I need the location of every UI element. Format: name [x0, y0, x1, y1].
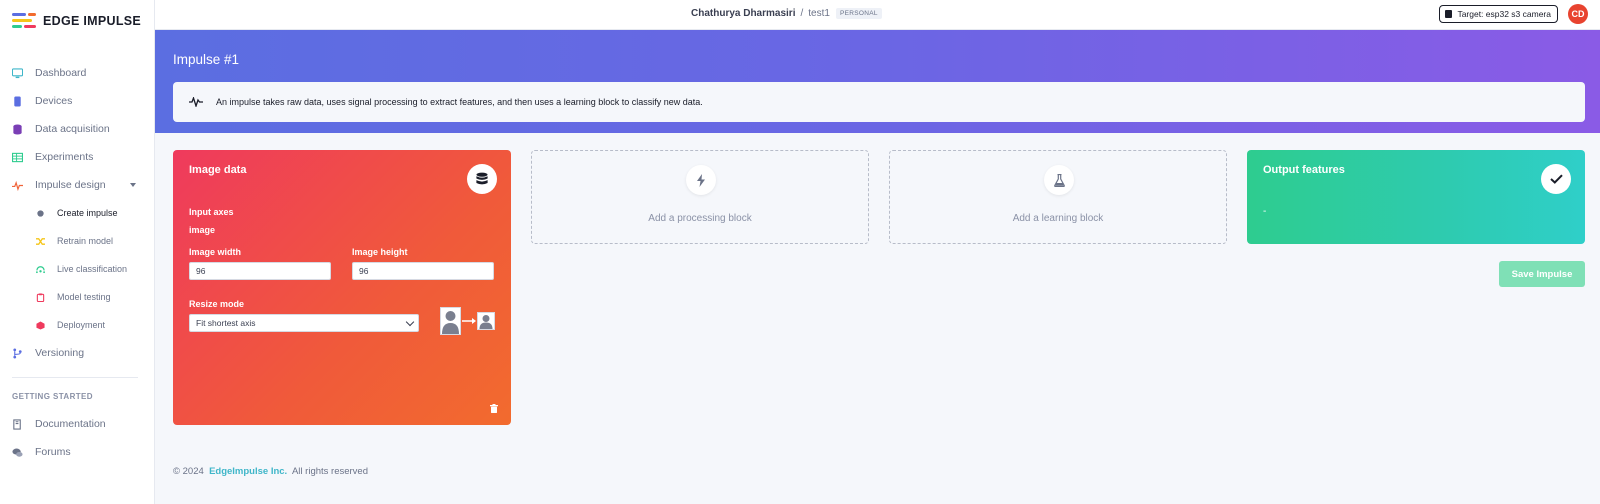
- sidebar-item-live-classification[interactable]: Live classification: [0, 255, 154, 283]
- sidebar-item-create-impulse[interactable]: Create impulse: [0, 199, 154, 227]
- sidebar-item-label: Dashboard: [35, 67, 87, 79]
- sidebar-item-label: Impulse design: [35, 179, 106, 191]
- sidebar-item-impulse-design[interactable]: Impulse design: [0, 171, 154, 199]
- database-icon: [13, 123, 22, 135]
- footer-company-link[interactable]: EdgeImpulse Inc.: [209, 466, 287, 477]
- add-processing-block[interactable]: Add a processing block: [531, 150, 869, 244]
- output-features-block: Output features -: [1247, 150, 1585, 244]
- sidebar-help-nav: Documentation Forums: [0, 410, 154, 466]
- chevron-down-icon: [405, 317, 415, 327]
- image-width-label: Image width: [189, 247, 242, 257]
- footer-copyright: © 2024: [173, 466, 204, 477]
- book-icon: [13, 418, 21, 430]
- block-title: Output features: [1263, 164, 1345, 176]
- personal-badge: PERSONAL: [835, 8, 882, 19]
- monitor-icon: [12, 67, 23, 78]
- sidebar-item-experiments[interactable]: Experiments: [0, 143, 154, 171]
- target-label: Target: esp32 s3 camera: [1457, 9, 1551, 19]
- breadcrumb-project[interactable]: test1: [808, 8, 830, 19]
- database-icon: [467, 164, 497, 194]
- input-axes-label: Input axes: [189, 207, 234, 217]
- trash-icon[interactable]: [490, 404, 498, 413]
- page-header-banner: Impulse #1 An impulse takes raw data, us…: [155, 30, 1600, 133]
- dot-icon: [37, 209, 44, 217]
- arrow-right-icon: [462, 318, 476, 324]
- block-title: Image data: [189, 164, 247, 176]
- input-axes-value: image: [189, 225, 216, 235]
- signal-icon: [36, 265, 45, 273]
- sidebar-item-label: Documentation: [35, 418, 106, 430]
- chevron-down-icon[interactable]: [130, 183, 136, 187]
- target-device-button[interactable]: Target: esp32 s3 camera: [1439, 5, 1558, 23]
- sidebar-item-label: Experiments: [35, 151, 94, 163]
- save-impulse-button[interactable]: Save Impulse: [1499, 261, 1585, 287]
- sidebar-item-label: Live classification: [57, 264, 128, 274]
- person-icon: [477, 312, 495, 330]
- breadcrumb-separator: /: [800, 8, 804, 19]
- sidebar-item-deployment[interactable]: Deployment: [0, 311, 154, 339]
- sidebar-nav: Dashboard Devices Data acquisition Exper…: [0, 59, 154, 367]
- breadcrumb-user[interactable]: Chathurya Dharmasiri: [691, 8, 795, 19]
- breadcrumb: Chathurya Dharmasiri / test1 PERSONAL: [691, 8, 882, 19]
- image-height-label: Image height: [352, 247, 408, 257]
- sidebar-item-label: Versioning: [35, 347, 85, 359]
- add-learning-block-label: Add a learning block: [1012, 213, 1104, 224]
- sidebar-item-label: Devices: [35, 95, 73, 107]
- sidebar-item-label: Forums: [35, 446, 71, 458]
- footer: © 2024 EdgeImpulse Inc. All rights reser…: [173, 466, 368, 477]
- sidebar-item-label: Create impulse: [57, 208, 118, 218]
- avatar[interactable]: CD: [1568, 4, 1588, 24]
- sidebar-item-label: Data acquisition: [35, 123, 110, 135]
- add-learning-block[interactable]: Add a learning block: [889, 150, 1227, 244]
- lightning-icon: [686, 165, 716, 195]
- brand-name: EDGE IMPULSE: [43, 14, 142, 28]
- chat-icon: [12, 448, 23, 457]
- sidebar-item-model-testing[interactable]: Model testing: [0, 283, 154, 311]
- sidebar: EDGE IMPULSE Dashboard Devices Data acqu…: [0, 0, 155, 504]
- pulse-icon: [189, 97, 203, 107]
- flask-icon: [1044, 165, 1074, 195]
- person-icon: [440, 307, 461, 335]
- cube-icon: [36, 320, 45, 330]
- info-text: An impulse takes raw data, uses signal p…: [216, 97, 703, 107]
- sidebar-item-label: Retrain model: [57, 236, 114, 246]
- check-icon: [1541, 164, 1571, 194]
- clipboard-icon: [36, 292, 45, 302]
- sidebar-item-devices[interactable]: Devices: [0, 87, 154, 115]
- image-data-block: Image data Input axes image Image width …: [173, 150, 511, 425]
- brand[interactable]: EDGE IMPULSE: [0, 0, 154, 42]
- branch-icon: [13, 347, 22, 359]
- sidebar-divider: [12, 377, 138, 378]
- topbar: Chathurya Dharmasiri / test1 PERSONAL Ta…: [155, 0, 1600, 30]
- image-height-input[interactable]: 96: [352, 262, 494, 280]
- sidebar-item-label: Deployment: [57, 320, 106, 330]
- resize-mode-value: Fit shortest axis: [196, 318, 256, 328]
- section-title-getting-started: GETTING STARTED: [12, 392, 93, 401]
- resize-mode-label: Resize mode: [189, 299, 245, 309]
- shuffle-icon: [36, 237, 45, 245]
- edge-impulse-logo-icon: [12, 13, 36, 29]
- sidebar-item-versioning[interactable]: Versioning: [0, 339, 154, 367]
- info-box: An impulse takes raw data, uses signal p…: [173, 82, 1585, 122]
- page-title: Impulse #1: [173, 52, 240, 67]
- sidebar-item-dashboard[interactable]: Dashboard: [0, 59, 154, 87]
- resize-mode-select[interactable]: Fit shortest axis: [189, 314, 419, 332]
- resize-preview: [440, 307, 495, 335]
- table-icon: [12, 152, 23, 162]
- add-processing-block-label: Add a processing block: [648, 213, 752, 224]
- device-icon: [14, 95, 21, 107]
- footer-rights: All rights reserved: [291, 466, 368, 477]
- sidebar-item-documentation[interactable]: Documentation: [0, 410, 154, 438]
- image-width-input[interactable]: 96: [189, 262, 331, 280]
- sidebar-item-forums[interactable]: Forums: [0, 438, 154, 466]
- sidebar-item-data-acquisition[interactable]: Data acquisition: [0, 115, 154, 143]
- pulse-icon: [12, 180, 23, 191]
- sidebar-item-label: Model testing: [57, 292, 111, 302]
- chip-icon: [1445, 10, 1453, 18]
- output-features-value: -: [1263, 206, 1267, 217]
- sidebar-item-retrain-model[interactable]: Retrain model: [0, 227, 154, 255]
